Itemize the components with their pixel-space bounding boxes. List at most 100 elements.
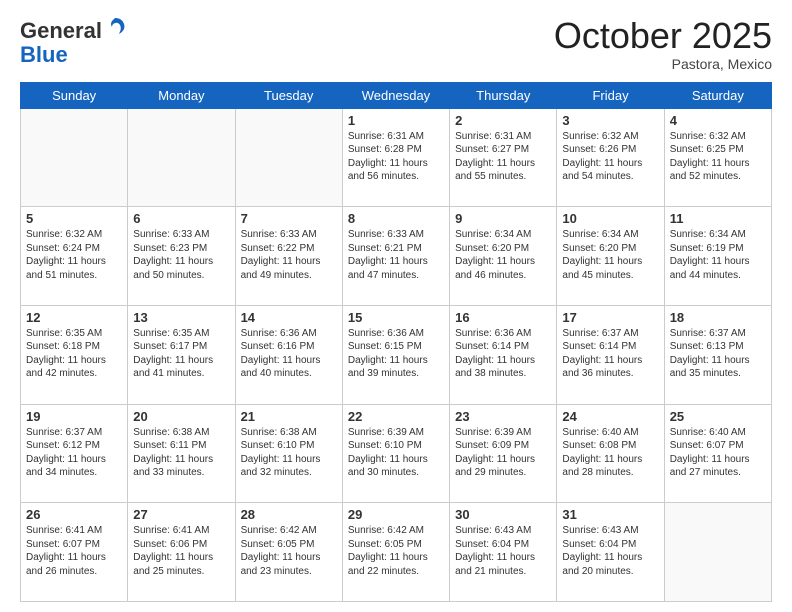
day-number: 14: [241, 310, 337, 325]
day-number: 13: [133, 310, 229, 325]
day-number: 28: [241, 507, 337, 522]
day-cell-18: 18 Sunrise: 6:37 AMSunset: 6:13 PMDayligh…: [664, 305, 771, 404]
day-info: Sunrise: 6:34 AMSunset: 6:19 PMDaylight:…: [670, 228, 766, 282]
day-number: 7: [241, 211, 337, 226]
day-number: 25: [670, 409, 766, 424]
day-number: 30: [455, 507, 551, 522]
day-number: 20: [133, 409, 229, 424]
weekday-thursday: Thursday: [450, 82, 557, 108]
title-block: October 2025 Pastora, Mexico: [554, 16, 772, 72]
day-number: 23: [455, 409, 551, 424]
day-cell-28: 28 Sunrise: 6:42 AMSunset: 6:05 PMDayligh…: [235, 503, 342, 602]
week-row-0: 1 Sunrise: 6:31 AMSunset: 6:28 PMDaylight…: [21, 108, 772, 207]
day-cell-7: 7Sunrise: 6:33 AMSunset: 6:22 PMDaylight…: [235, 207, 342, 306]
day-info: Sunrise: 6:35 AMSunset: 6:18 PMDaylight:…: [26, 327, 122, 381]
weekday-monday: Monday: [128, 82, 235, 108]
week-row-2: 12 Sunrise: 6:35 AMSunset: 6:18 PMDayligh…: [21, 305, 772, 404]
day-number: 26: [26, 507, 122, 522]
day-number: 2: [455, 113, 551, 128]
week-row-4: 26 Sunrise: 6:41 AMSunset: 6:07 PMDayligh…: [21, 503, 772, 602]
day-number: 10: [562, 211, 658, 226]
day-cell-6: 6Sunrise: 6:33 AMSunset: 6:23 PMDaylight…: [128, 207, 235, 306]
day-cell-1: 1 Sunrise: 6:31 AMSunset: 6:28 PMDaylight…: [342, 108, 449, 207]
day-info: Sunrise: 6:39 AMSunset: 6:09 PMDaylight:…: [455, 426, 551, 480]
day-cell-27: 27 Sunrise: 6:41 AMSunset: 6:06 PMDayligh…: [128, 503, 235, 602]
day-number: 27: [133, 507, 229, 522]
day-number: 16: [455, 310, 551, 325]
day-number: 8: [348, 211, 444, 226]
day-cell-12: 12 Sunrise: 6:35 AMSunset: 6:18 PMDayligh…: [21, 305, 128, 404]
day-cell-16: 16 Sunrise: 6:36 AMSunset: 6:14 PMDayligh…: [450, 305, 557, 404]
location: Pastora, Mexico: [554, 56, 772, 72]
day-number: 6: [133, 211, 229, 226]
day-cell-26: 26 Sunrise: 6:41 AMSunset: 6:07 PMDayligh…: [21, 503, 128, 602]
day-number: 9: [455, 211, 551, 226]
day-number: 1: [348, 113, 444, 128]
day-number: 12: [26, 310, 122, 325]
day-cell-5: 5Sunrise: 6:32 AMSunset: 6:24 PMDaylight…: [21, 207, 128, 306]
day-number: 19: [26, 409, 122, 424]
day-cell-10: 10 Sunrise: 6:34 AMSunset: 6:20 PMDayligh…: [557, 207, 664, 306]
day-info: Sunrise: 6:32 AMSunset: 6:25 PMDaylight:…: [670, 130, 766, 184]
day-number: 15: [348, 310, 444, 325]
day-number: 24: [562, 409, 658, 424]
day-number: 17: [562, 310, 658, 325]
day-info: Sunrise: 6:36 AMSunset: 6:14 PMDaylight:…: [455, 327, 551, 381]
empty-cell: [21, 108, 128, 207]
day-cell-20: 20Sunrise: 6:38 AMSunset: 6:11 PMDayligh…: [128, 404, 235, 503]
header: General Blue October 2025 Pastora, Mexic…: [20, 16, 772, 72]
day-cell-22: 22Sunrise: 6:39 AMSunset: 6:10 PMDayligh…: [342, 404, 449, 503]
month-title: October 2025: [554, 16, 772, 56]
day-info: Sunrise: 6:37 AMSunset: 6:14 PMDaylight:…: [562, 327, 658, 381]
logo-blue-text: Blue: [20, 43, 126, 67]
day-info: Sunrise: 6:36 AMSunset: 6:16 PMDaylight:…: [241, 327, 337, 381]
week-row-3: 19Sunrise: 6:37 AMSunset: 6:12 PMDayligh…: [21, 404, 772, 503]
day-info: Sunrise: 6:34 AMSunset: 6:20 PMDaylight:…: [455, 228, 551, 282]
day-info: Sunrise: 6:32 AMSunset: 6:24 PMDaylight:…: [26, 228, 122, 282]
day-info: Sunrise: 6:31 AMSunset: 6:27 PMDaylight:…: [455, 130, 551, 184]
day-cell-11: 11 Sunrise: 6:34 AMSunset: 6:19 PMDayligh…: [664, 207, 771, 306]
day-info: Sunrise: 6:37 AMSunset: 6:13 PMDaylight:…: [670, 327, 766, 381]
day-cell-21: 21 Sunrise: 6:38 AMSunset: 6:10 PMDayligh…: [235, 404, 342, 503]
day-number: 11: [670, 211, 766, 226]
day-number: 18: [670, 310, 766, 325]
weekday-wednesday: Wednesday: [342, 82, 449, 108]
day-info: Sunrise: 6:43 AMSunset: 6:04 PMDaylight:…: [562, 524, 658, 578]
day-cell-2: 2 Sunrise: 6:31 AMSunset: 6:27 PMDaylight…: [450, 108, 557, 207]
day-cell-15: 15 Sunrise: 6:36 AMSunset: 6:15 PMDayligh…: [342, 305, 449, 404]
day-info: Sunrise: 6:31 AMSunset: 6:28 PMDaylight:…: [348, 130, 444, 184]
day-info: Sunrise: 6:40 AMSunset: 6:08 PMDaylight:…: [562, 426, 658, 480]
weekday-sunday: Sunday: [21, 82, 128, 108]
day-info: Sunrise: 6:36 AMSunset: 6:15 PMDaylight:…: [348, 327, 444, 381]
day-number: 3: [562, 113, 658, 128]
day-info: Sunrise: 6:41 AMSunset: 6:07 PMDaylight:…: [26, 524, 122, 578]
calendar-table: SundayMondayTuesdayWednesdayThursdayFrid…: [20, 82, 772, 602]
day-cell-9: 9 Sunrise: 6:34 AMSunset: 6:20 PMDaylight…: [450, 207, 557, 306]
logo-general: General: [20, 18, 102, 43]
day-info: Sunrise: 6:40 AMSunset: 6:07 PMDaylight:…: [670, 426, 766, 480]
day-cell-30: 30 Sunrise: 6:43 AMSunset: 6:04 PMDayligh…: [450, 503, 557, 602]
day-info: Sunrise: 6:38 AMSunset: 6:10 PMDaylight:…: [241, 426, 337, 480]
day-info: Sunrise: 6:33 AMSunset: 6:21 PMDaylight:…: [348, 228, 444, 282]
day-cell-17: 17 Sunrise: 6:37 AMSunset: 6:14 PMDayligh…: [557, 305, 664, 404]
week-row-1: 5Sunrise: 6:32 AMSunset: 6:24 PMDaylight…: [21, 207, 772, 306]
empty-cell: [664, 503, 771, 602]
day-info: Sunrise: 6:43 AMSunset: 6:04 PMDaylight:…: [455, 524, 551, 578]
day-cell-25: 25 Sunrise: 6:40 AMSunset: 6:07 PMDayligh…: [664, 404, 771, 503]
day-cell-29: 29 Sunrise: 6:42 AMSunset: 6:05 PMDayligh…: [342, 503, 449, 602]
day-info: Sunrise: 6:34 AMSunset: 6:20 PMDaylight:…: [562, 228, 658, 282]
day-number: 4: [670, 113, 766, 128]
day-cell-4: 4 Sunrise: 6:32 AMSunset: 6:25 PMDaylight…: [664, 108, 771, 207]
day-info: Sunrise: 6:41 AMSunset: 6:06 PMDaylight:…: [133, 524, 229, 578]
weekday-header-row: SundayMondayTuesdayWednesdayThursdayFrid…: [21, 82, 772, 108]
day-info: Sunrise: 6:42 AMSunset: 6:05 PMDaylight:…: [348, 524, 444, 578]
empty-cell: [235, 108, 342, 207]
day-number: 29: [348, 507, 444, 522]
empty-cell: [128, 108, 235, 207]
day-cell-14: 14 Sunrise: 6:36 AMSunset: 6:16 PMDayligh…: [235, 305, 342, 404]
weekday-saturday: Saturday: [664, 82, 771, 108]
day-info: Sunrise: 6:42 AMSunset: 6:05 PMDaylight:…: [241, 524, 337, 578]
day-info: Sunrise: 6:39 AMSunset: 6:10 PMDaylight:…: [348, 426, 444, 480]
day-info: Sunrise: 6:35 AMSunset: 6:17 PMDaylight:…: [133, 327, 229, 381]
day-number: 21: [241, 409, 337, 424]
